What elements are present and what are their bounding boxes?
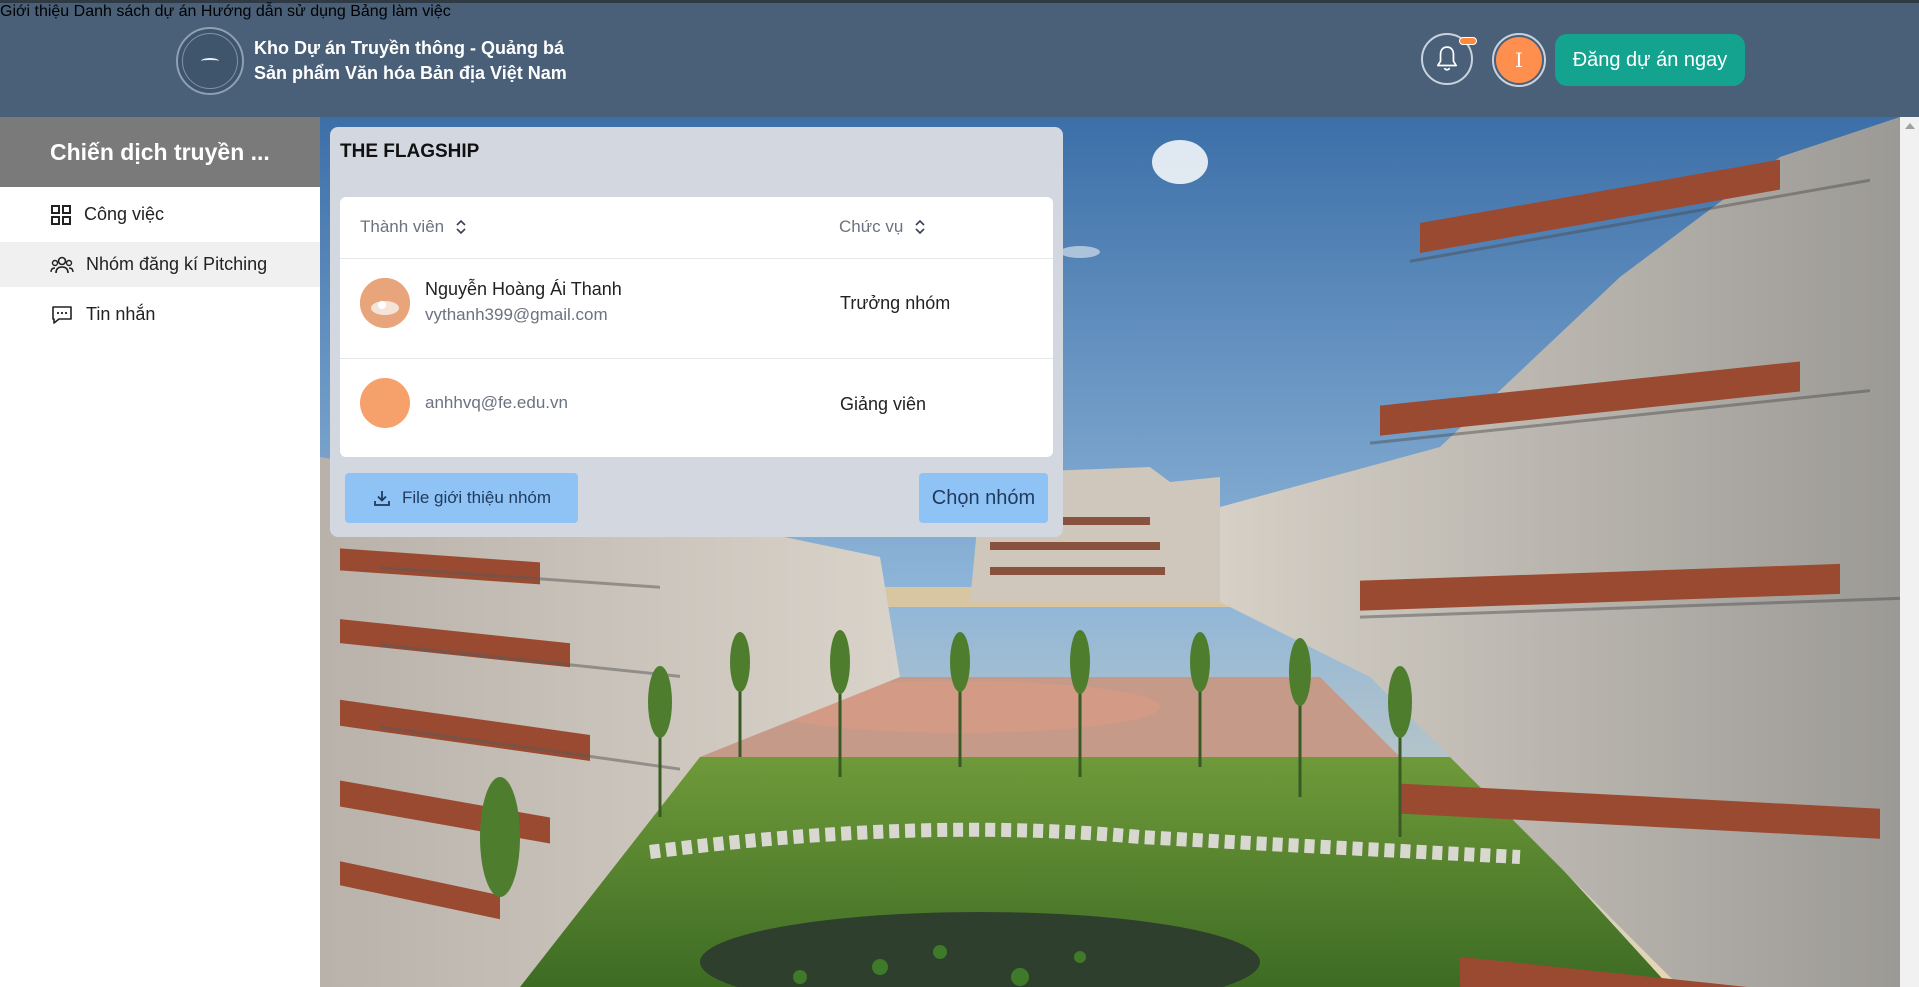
- page-scrollbar[interactable]: [1900, 117, 1919, 987]
- download-team-file-label: File giới thiệu nhóm: [401, 488, 552, 507]
- download-icon: [374, 491, 390, 506]
- sidebar-item-label: Nhóm đăng kí Pitching: [86, 254, 268, 274]
- sidebar: Chiến dịch truyền ... Công việc Nhóm đăn…: [0, 117, 320, 987]
- brand-line-2: Sản phẩm Văn hóa Bản địa Việt Nam: [254, 63, 567, 83]
- member-role: Giảng viên: [840, 394, 927, 414]
- member-email: anhhvq@fe.edu.vn: [425, 393, 568, 412]
- grid-icon: [51, 204, 71, 225]
- download-team-file-button[interactable]: File giới thiệu nhóm: [345, 473, 578, 523]
- column-header-label: Thành viên: [360, 217, 445, 236]
- team-card: THE FLAGSHIP Thành viên Chức vụ Nguyễn H…: [330, 127, 1063, 537]
- post-project-button[interactable]: Đăng dự án ngay: [1555, 34, 1745, 86]
- avatar: [360, 378, 410, 428]
- sidebar-item-tin-nhan[interactable]: Tin nhắn: [0, 292, 320, 337]
- sort-icon: [456, 219, 466, 235]
- column-header-label: Chức vụ: [839, 217, 904, 236]
- bell-icon: [1436, 46, 1458, 71]
- brand-line-1: Kho Dự án Truyền thông - Quảng bá: [254, 38, 565, 58]
- brand-title: Kho Dự án Truyền thông - Quảng bá Sản ph…: [254, 36, 567, 86]
- column-header-member[interactable]: Thành viên: [360, 217, 470, 237]
- column-header-role[interactable]: Chức vụ: [839, 217, 929, 237]
- nav-danh-sach-du-an[interactable]: Danh sách dự án: [74, 3, 197, 20]
- sidebar-item-nhom-pitching[interactable]: Nhóm đăng kí Pitching: [0, 242, 320, 287]
- member-role: Trưởng nhóm: [840, 293, 951, 313]
- member-name: Nguyễn Hoàng Ái Thanh: [425, 279, 622, 299]
- team-name: THE FLAGSHIP: [340, 141, 480, 162]
- sidebar-title: Chiến dịch truyền ...: [0, 117, 320, 187]
- brand[interactable]: Kho Dự án Truyền thông - Quảng bá Sản ph…: [176, 27, 567, 95]
- avatar: [360, 278, 410, 328]
- row-divider: [340, 258, 1053, 259]
- user-avatar-button[interactable]: I: [1492, 33, 1546, 87]
- nav-bang-lam-viec[interactable]: Bảng làm việc: [350, 3, 451, 20]
- notification-badge: [1459, 37, 1477, 45]
- nav-huong-dan[interactable]: Hướng dẫn sử dụng: [201, 3, 346, 20]
- sidebar-item-label: Tin nhắn: [86, 304, 156, 324]
- member-email: vythanh399@gmail.com: [425, 305, 608, 324]
- nav-gioi-thieu[interactable]: Giới thiệu: [0, 3, 69, 20]
- avatar: I: [1496, 37, 1542, 83]
- users-icon: [50, 256, 74, 273]
- chat-icon: [52, 305, 72, 324]
- site-logo: [176, 27, 244, 95]
- sidebar-item-label: Công việc: [84, 204, 165, 224]
- row-divider: [340, 358, 1053, 359]
- scroll-up-arrow-icon[interactable]: [1905, 123, 1915, 129]
- sort-icon: [915, 219, 925, 235]
- members-table: Thành viên Chức vụ Nguyễn Hoàng Ái Thanh…: [340, 197, 1053, 457]
- sidebar-item-cong-viec[interactable]: Công việc: [0, 192, 320, 237]
- select-team-button[interactable]: Chọn nhóm: [919, 473, 1048, 523]
